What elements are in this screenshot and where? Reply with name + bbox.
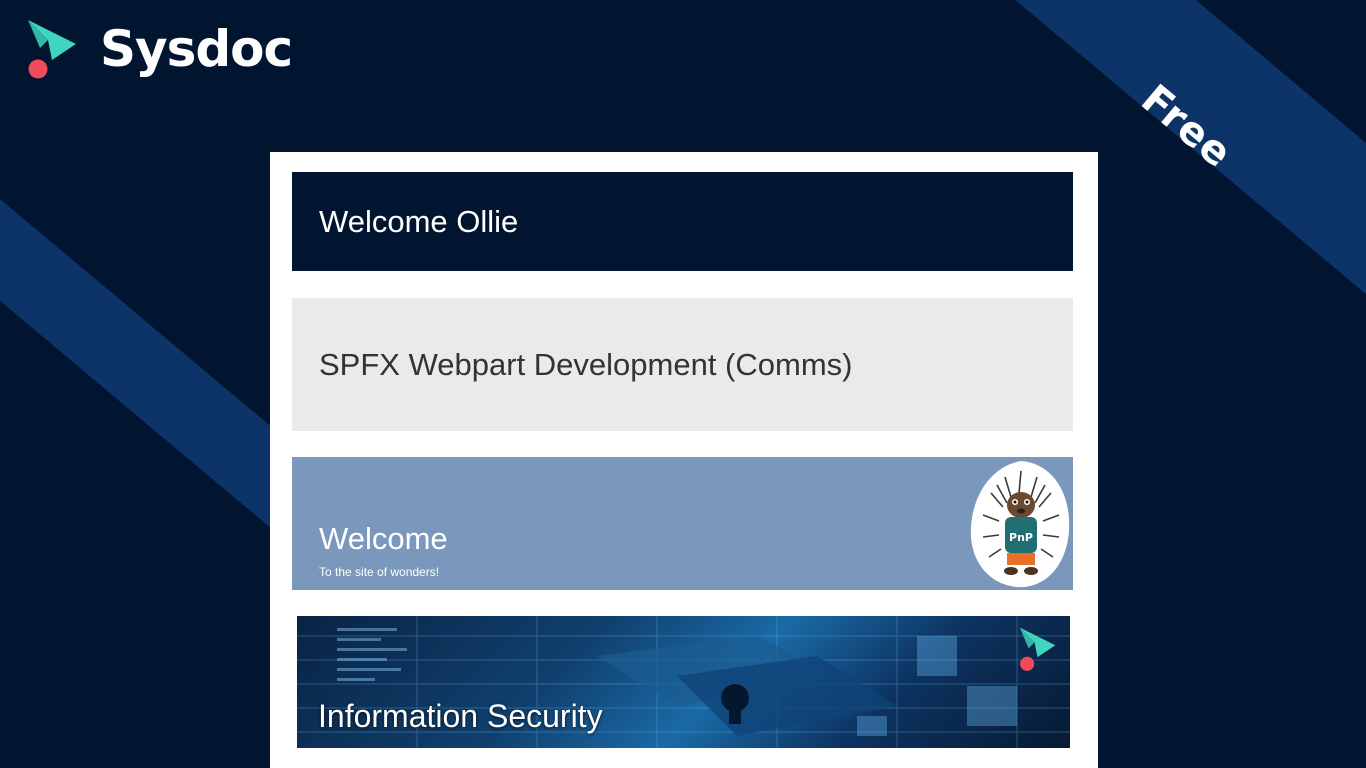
- welcome-user-panel: Welcome Ollie: [292, 172, 1073, 271]
- page-preview-card: Welcome Ollie SPFX Webpart Development (…: [270, 152, 1098, 768]
- sysdoc-logo-icon: [26, 18, 82, 80]
- welcome-user-title: Welcome Ollie: [319, 203, 519, 239]
- hero-title: Welcome: [319, 521, 448, 556]
- information-security-banner: Information Security: [297, 616, 1070, 748]
- information-security-title: Information Security: [318, 698, 603, 734]
- welcome-hero-panel: Welcome To the site of wonders! PnP: [292, 457, 1073, 590]
- brand-name: Sysdoc: [100, 20, 293, 78]
- site-title-panel: SPFX Webpart Development (Comms): [292, 298, 1073, 431]
- sysdoc-logo-icon: [1018, 626, 1060, 672]
- mascot-badge: PnP: [1009, 531, 1033, 544]
- site-title: SPFX Webpart Development (Comms): [319, 346, 853, 382]
- hero-subtitle: To the site of wonders!: [319, 565, 440, 579]
- pnp-porcupine-mascot-icon: PnP: [969, 457, 1073, 590]
- sysdoc-logo: Sysdoc: [26, 18, 293, 80]
